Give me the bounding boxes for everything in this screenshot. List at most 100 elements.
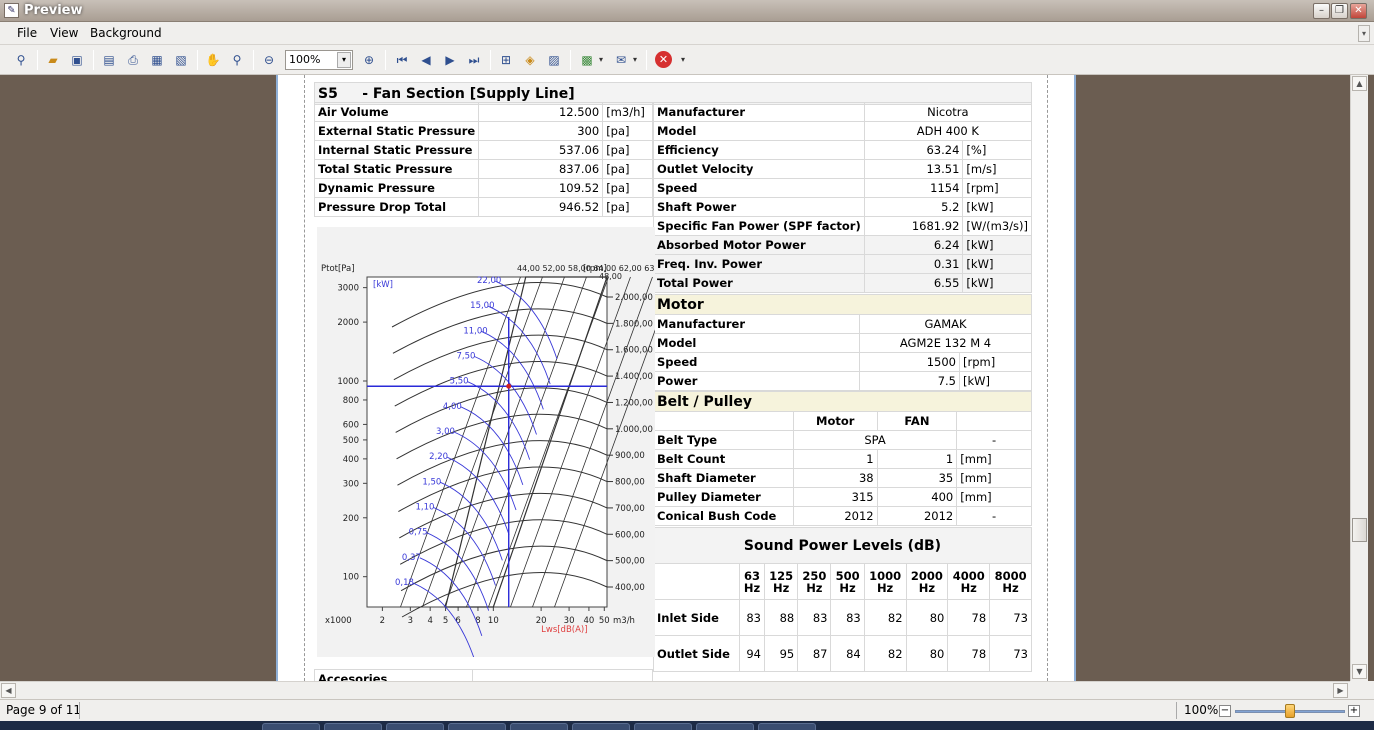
menu-background[interactable]: Background [90,26,162,40]
taskbar-item[interactable] [758,723,816,730]
kw-label: 15,00 [470,301,494,311]
outlet-value: 84 [830,635,865,672]
page-setup-icon[interactable]: ▤ [100,51,118,69]
scroll-up-icon[interactable]: ▲ [1352,76,1367,91]
x-tick-label: 4 [427,616,432,626]
taskbar-item[interactable] [634,723,692,730]
previous-page-icon[interactable]: ◀ [417,51,435,69]
taskbar-item[interactable] [386,723,444,730]
taskbar-item[interactable] [510,723,568,730]
menu-overflow-button[interactable]: ▾ [1358,25,1370,42]
magnifier-icon[interactable]: ⚲ [228,51,246,69]
taskbar-item[interactable] [262,723,320,730]
belt-unit: [mm] [956,449,1032,469]
close-button[interactable]: ✕ [1350,3,1367,19]
toolbar-overflow-icon[interactable]: ▾ [678,51,688,69]
outlet-label: Outlet Side [653,635,740,672]
motor-label: Speed [653,352,860,372]
email-dropdown-icon[interactable]: ▾ [630,51,640,69]
y-tick-label: 2000 [337,318,359,328]
sound-freq-header: 500 Hz [830,563,865,600]
close-preview-icon[interactable]: ✕ [655,51,672,68]
zoom-in-icon[interactable]: ⊕ [360,51,378,69]
y-tick-label: 400 [343,455,359,465]
zoom-minus-icon[interactable]: − [1219,705,1231,717]
belt-motor-value: 38 [792,468,878,488]
taskbar-item[interactable] [324,723,382,730]
belt-label: Shaft Diameter [653,468,794,488]
document-viewport[interactable]: S5 - Fan Section [Supply Line] Air Volum… [0,75,1350,681]
x-unit-label: m3/h [613,616,635,626]
export-dropdown-icon[interactable]: ▾ [596,51,606,69]
zoom-select[interactable]: 100% ▾ [285,50,353,70]
belt-label: Belt Count [653,449,794,469]
belt-value: SPA [792,430,958,450]
belt-unit: [mm] [956,487,1032,507]
outlet-value: 73 [989,635,1032,672]
first-page-icon[interactable]: ⏮ [393,51,411,69]
fan-param-value: 1681.92 [863,216,964,236]
left-params-table: Air Volume 12.500 [m3/h] External Static Pr… [313,102,653,217]
zoom-value: 100% [289,53,321,66]
belt-label: Conical Bush Code [653,506,794,526]
motor-unit: [kW] [959,371,1032,391]
watermark-icon[interactable]: ▨ [545,51,563,69]
background-color-icon[interactable]: ◈ [521,51,539,69]
fan-param-row: Shaft Power 5.2 [kW] [653,197,1032,217]
fan-param-unit: [rpm] [962,178,1032,198]
zoom-slider[interactable]: − + [1219,704,1361,718]
save-icon[interactable]: ▣ [68,51,86,69]
section-title: - Fan Section [Supply Line] [362,85,575,102]
multiple-pages-icon[interactable]: ⊞ [497,51,515,69]
inlet-value: 82 [863,599,907,636]
fan-param-label: Absorbed Motor Power [653,235,865,255]
scroll-down-icon[interactable]: ▼ [1352,664,1367,679]
restore-button[interactable]: ❐ [1331,3,1348,19]
scroll-right-icon[interactable]: ▶ [1333,683,1348,698]
belt-fan-value: 1 [876,449,958,469]
sound-table: Sound Power Levels (dB) 63 Hz 125 Hz 250 Hz 50… [653,527,1032,672]
last-page-icon[interactable]: ⏭ [465,51,483,69]
taskbar-item[interactable] [572,723,630,730]
param-row: Air Volume 12.500 [m3/h] [313,102,653,122]
print-icon[interactable]: ⎙ [124,51,142,69]
zoom-out-icon[interactable]: ⊖ [260,51,278,69]
param-value: 12.500 [478,102,604,122]
taskbar-item[interactable] [448,723,506,730]
rpm-label: 1.600,00 [615,346,653,356]
menu-file[interactable]: File [17,26,37,40]
belt-title: Belt / Pulley [653,391,1032,412]
quick-print-icon[interactable]: ▦ [148,51,166,69]
motor-label: Power [653,371,860,391]
belt-row: Belt Type SPA - [653,430,1032,450]
kw-label: 11,00 [463,326,487,336]
vertical-scroll-thumb[interactable] [1352,518,1367,542]
find-icon[interactable]: ⚲ [12,51,30,69]
zoom-slider-knob[interactable] [1285,704,1295,718]
chevron-down-icon[interactable]: ▾ [337,52,351,68]
taskbar-item[interactable] [696,723,754,730]
send-email-icon[interactable]: ✉ [612,51,630,69]
menu-view[interactable]: View [50,26,78,40]
belt-fan-value: 400 [876,487,958,507]
fan-param-row: Freq. Inv. Power 0.31 [kW] [653,254,1032,274]
export-icon[interactable]: ▩ [578,51,596,69]
next-page-icon[interactable]: ▶ [441,51,459,69]
param-label: Internal Static Pressure [313,140,480,160]
freq-unit: Hz [839,580,856,595]
belt-col-fan: FAN [876,411,958,431]
fan-param-row: Speed 1154 [rpm] [653,178,1032,198]
belt-motor-value: 2012 [792,506,878,526]
section-code: S5 [318,85,338,102]
horizontal-scrollbar[interactable]: ◀ ▶ [0,681,1350,699]
open-icon[interactable]: ▰ [44,51,62,69]
zoom-plus-icon[interactable]: + [1348,705,1360,717]
hand-tool-icon[interactable]: ✋ [204,51,222,69]
vertical-scrollbar[interactable]: ▲ ▼ [1350,75,1368,681]
freq-unit: Hz [1002,580,1019,595]
fan-param-value: 0.31 [863,254,964,274]
scale-icon[interactable]: ▧ [172,51,190,69]
scroll-left-icon[interactable]: ◀ [1,683,16,698]
motor-row: Speed 1500 [rpm] [653,352,1032,372]
minimize-button[interactable]: – [1313,3,1330,19]
